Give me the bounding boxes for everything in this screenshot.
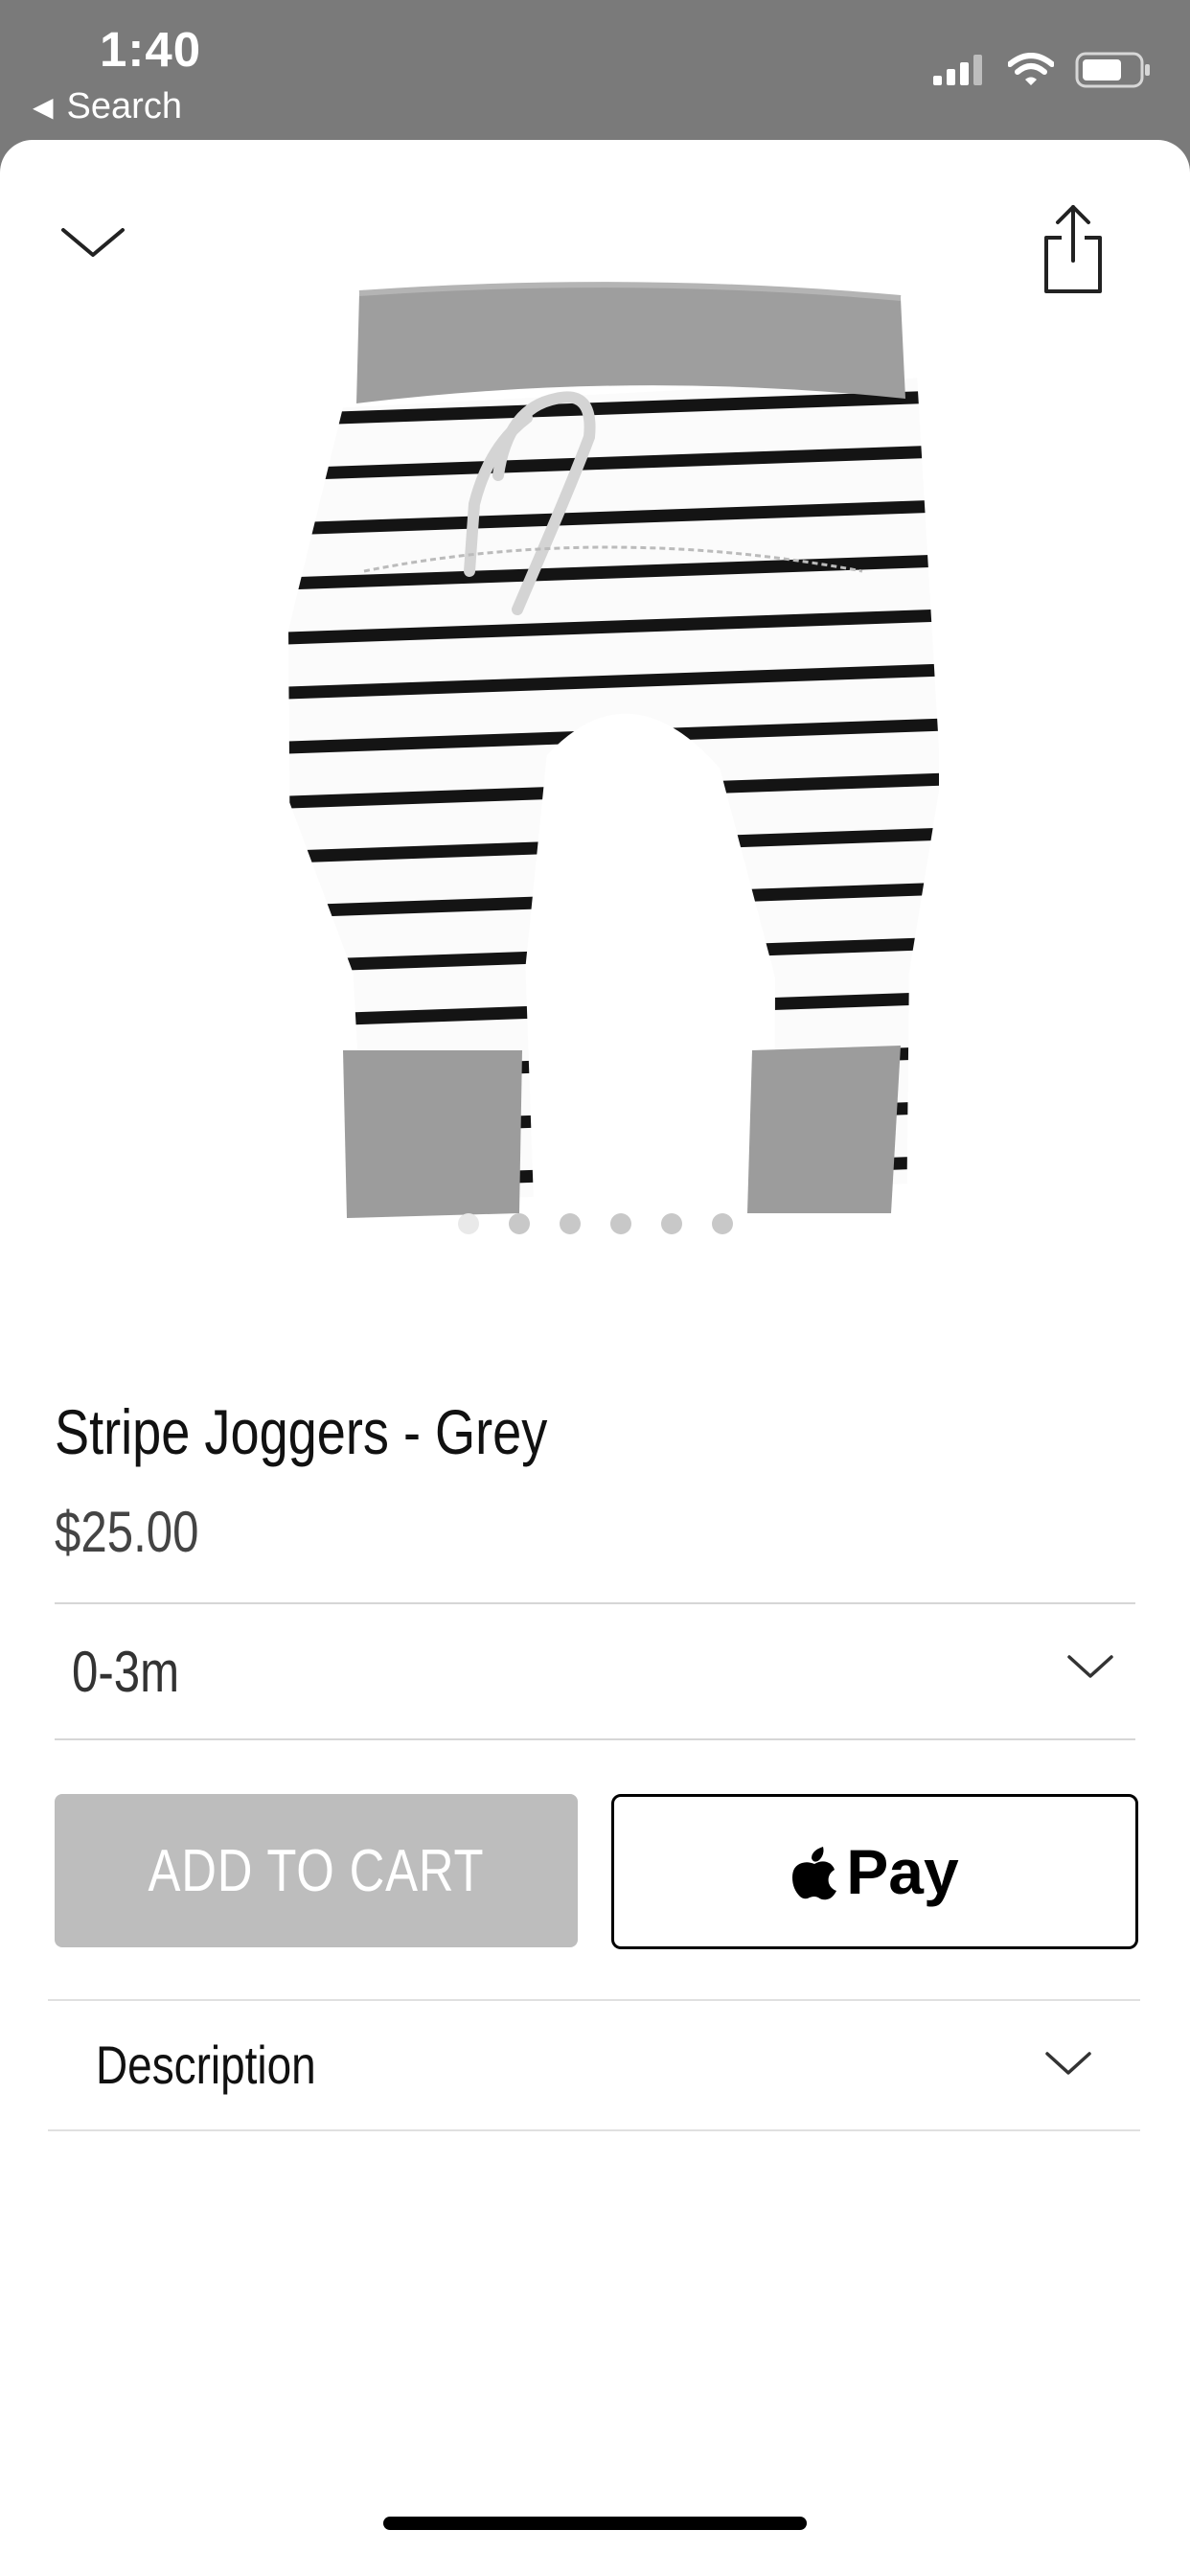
size-selector[interactable]: 0-3m	[55, 1602, 1135, 1740]
product-sheet: Stripe Joggers - Grey $25.00 0-3m ADD TO…	[0, 140, 1190, 2576]
wifi-icon	[1008, 53, 1054, 85]
description-accordion[interactable]: Description	[48, 1999, 1140, 2131]
pagination-dot[interactable]	[559, 1213, 581, 1234]
size-selected-value: 0-3m	[72, 1640, 180, 1704]
apple-pay-button[interactable]: Pay	[611, 1794, 1138, 1949]
chevron-down-icon	[61, 228, 125, 257]
apple-pay-label: Pay	[846, 1836, 959, 1907]
pagination-dot[interactable]	[609, 1213, 631, 1234]
pagination-dot[interactable]	[711, 1213, 733, 1234]
signal-icon	[933, 55, 982, 85]
description-label: Description	[96, 2035, 316, 2095]
pagination-dot[interactable]	[457, 1213, 479, 1234]
back-triangle-icon: ◀	[33, 92, 54, 122]
product-image[interactable]	[268, 255, 939, 1223]
product-price: $25.00	[55, 1500, 199, 1564]
add-to-cart-button[interactable]: ADD TO CART	[55, 1794, 578, 1947]
home-indicator[interactable]	[383, 2517, 807, 2530]
collapse-button[interactable]	[59, 222, 126, 270]
battery-icon	[1075, 52, 1150, 88]
chevron-down-icon	[1045, 2052, 1091, 2075]
gallery-pagination[interactable]	[0, 1213, 1190, 1234]
pagination-dot[interactable]	[508, 1213, 530, 1234]
status-icons	[933, 52, 1152, 88]
back-to-search-button[interactable]: ◀ Search	[33, 86, 182, 127]
status-bar: 1:40 ◀ Search	[0, 0, 1190, 144]
product-title: Stripe Joggers - Grey	[55, 1396, 548, 1467]
share-button[interactable]	[1035, 201, 1111, 297]
chevron-down-icon	[1067, 1655, 1113, 1678]
back-label: Search	[66, 86, 182, 126]
add-to-cart-label: ADD TO CART	[148, 1837, 485, 1904]
share-icon	[1044, 205, 1102, 293]
pagination-dot[interactable]	[660, 1213, 682, 1234]
apple-logo-icon	[792, 1847, 837, 1900]
status-time: 1:40	[100, 22, 202, 77]
